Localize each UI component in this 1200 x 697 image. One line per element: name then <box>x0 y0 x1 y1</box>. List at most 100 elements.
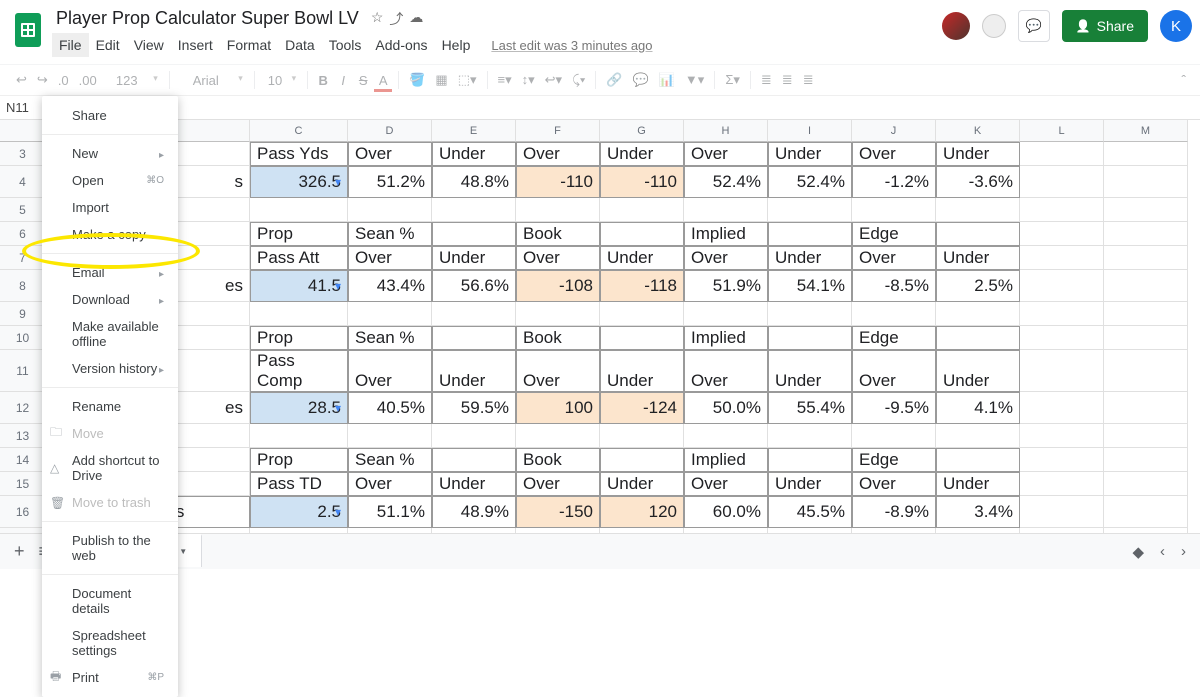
collaborator-avatar[interactable] <box>942 12 970 40</box>
menu-spreadsheet-settings[interactable]: Spreadsheet settings <box>42 622 178 664</box>
cell-C10[interactable]: Prop <box>250 326 348 350</box>
cell-J13[interactable] <box>852 424 936 448</box>
menu-import[interactable]: Import <box>42 194 178 221</box>
menu-insert[interactable]: Insert <box>171 33 220 57</box>
share-button[interactable]: Share <box>1062 10 1148 42</box>
cell-I12[interactable]: 55.4% <box>768 392 852 424</box>
cell-C14[interactable]: Prop <box>250 448 348 472</box>
anonymous-avatar[interactable] <box>982 14 1006 38</box>
cell-D3[interactable]: Over <box>348 142 432 166</box>
font-size-select[interactable]: 10 <box>261 70 301 91</box>
col-head-M[interactable]: M <box>1104 120 1188 142</box>
cell-G12[interactable]: -124 <box>600 392 684 424</box>
cell-M8[interactable] <box>1104 270 1188 302</box>
cell-J7[interactable]: Over <box>852 246 936 270</box>
cell-C5[interactable] <box>250 198 348 222</box>
menu-file[interactable]: File <box>52 33 89 57</box>
account-avatar[interactable]: K <box>1160 10 1192 42</box>
explore-button[interactable]: ◆ <box>1132 543 1144 561</box>
menu-publish-web[interactable]: Publish to the web <box>42 527 178 569</box>
cell-E7[interactable]: Under <box>432 246 516 270</box>
cell-E15[interactable]: Under <box>432 472 516 496</box>
col-head-D[interactable]: D <box>348 120 432 142</box>
cell-L9[interactable] <box>1020 302 1104 326</box>
move-icon[interactable]: ⤴ <box>389 9 403 29</box>
menu-addons[interactable]: Add-ons <box>368 33 434 57</box>
cell-L12[interactable] <box>1020 392 1104 424</box>
alignment2-icon[interactable]: ≣ <box>778 68 797 92</box>
cell-D13[interactable] <box>348 424 432 448</box>
functions-button[interactable]: Σ▾ <box>721 68 744 92</box>
text-color-button[interactable]: A <box>374 69 392 92</box>
cell-E6[interactable] <box>432 222 516 246</box>
wrap-button[interactable]: ↩▾ <box>541 68 566 92</box>
row-head-9[interactable]: 9 <box>0 302 46 326</box>
cell-D10[interactable]: Sean % <box>348 326 432 350</box>
increase-decimal[interactable]: .00 <box>75 69 101 92</box>
cell-J5[interactable] <box>852 198 936 222</box>
col-head-J[interactable]: J <box>852 120 936 142</box>
cell-H11[interactable]: Over <box>684 350 768 392</box>
col-head-G[interactable]: G <box>600 120 684 142</box>
row-head-6[interactable]: 6 <box>0 222 46 246</box>
menu-available-offline[interactable]: Make available offline <box>42 313 178 355</box>
cell-F12[interactable]: 100 <box>516 392 600 424</box>
cell-L16[interactable] <box>1020 496 1104 528</box>
cell-G3[interactable]: Under <box>600 142 684 166</box>
cell-I7[interactable]: Under <box>768 246 852 270</box>
cell-C16[interactable]: 2.5 <box>250 496 348 528</box>
document-title[interactable]: Player Prop Calculator Super Bowl LV <box>52 6 363 31</box>
cell-H5[interactable] <box>684 198 768 222</box>
col-head-H[interactable]: H <box>684 120 768 142</box>
col-head-I[interactable]: I <box>768 120 852 142</box>
row-head-8[interactable]: 8 <box>0 270 46 302</box>
cell-J14[interactable]: Edge <box>852 448 936 472</box>
collapse-toolbar-button[interactable]: ˆ <box>1181 72 1186 88</box>
select-all-corner[interactable] <box>0 120 46 142</box>
cell-F5[interactable] <box>516 198 600 222</box>
cell-H6[interactable]: Implied <box>684 222 768 246</box>
menu-download[interactable]: Download <box>42 286 178 313</box>
col-head-C[interactable]: C <box>250 120 348 142</box>
cell-M16[interactable] <box>1104 496 1188 528</box>
cell-L13[interactable] <box>1020 424 1104 448</box>
valign-button[interactable]: ↕▾ <box>518 68 539 92</box>
menu-rename[interactable]: Rename <box>42 393 178 420</box>
cell-M12[interactable] <box>1104 392 1188 424</box>
cell-C11[interactable]: Pass Comp <box>250 350 348 392</box>
cell-C3[interactable]: Pass Yds <box>250 142 348 166</box>
strike-button[interactable]: S <box>354 69 372 92</box>
cell-K8[interactable]: 2.5% <box>936 270 1020 302</box>
col-head-L[interactable]: L <box>1020 120 1104 142</box>
cell-M3[interactable] <box>1104 142 1188 166</box>
cell-I3[interactable]: Under <box>768 142 852 166</box>
cell-E16[interactable]: 48.9% <box>432 496 516 528</box>
cell-E11[interactable]: Under <box>432 350 516 392</box>
cell-K10[interactable] <box>936 326 1020 350</box>
cell-E5[interactable] <box>432 198 516 222</box>
cell-C12[interactable]: 28.5 <box>250 392 348 424</box>
menu-move-trash[interactable]: 🗑Move to trash <box>42 489 178 516</box>
cell-E8[interactable]: 56.6% <box>432 270 516 302</box>
cell-M4[interactable] <box>1104 166 1188 198</box>
cell-E10[interactable] <box>432 326 516 350</box>
row-head-3[interactable]: 3 <box>0 142 46 166</box>
col-head-K[interactable]: K <box>936 120 1020 142</box>
cell-D7[interactable]: Over <box>348 246 432 270</box>
cell-K14[interactable] <box>936 448 1020 472</box>
spreadsheet-grid[interactable]: C D E F G H I J K L M 3 Pass Yds Over Un… <box>0 120 1200 552</box>
cell-I16[interactable]: 45.5% <box>768 496 852 528</box>
comment-button[interactable]: 💬 <box>629 68 653 92</box>
cell-I15[interactable]: Under <box>768 472 852 496</box>
number-format[interactable]: 123 <box>103 70 163 91</box>
cell-G11[interactable]: Under <box>600 350 684 392</box>
menu-data[interactable]: Data <box>278 33 322 57</box>
cell-M10[interactable] <box>1104 326 1188 350</box>
cell-L10[interactable] <box>1020 326 1104 350</box>
cell-I11[interactable]: Under <box>768 350 852 392</box>
cell-M11[interactable] <box>1104 350 1188 392</box>
cell-J10[interactable]: Edge <box>852 326 936 350</box>
cell-M9[interactable] <box>1104 302 1188 326</box>
halign-button[interactable]: ≡▾ <box>494 68 516 92</box>
row-head-12[interactable]: 12 <box>0 392 46 424</box>
